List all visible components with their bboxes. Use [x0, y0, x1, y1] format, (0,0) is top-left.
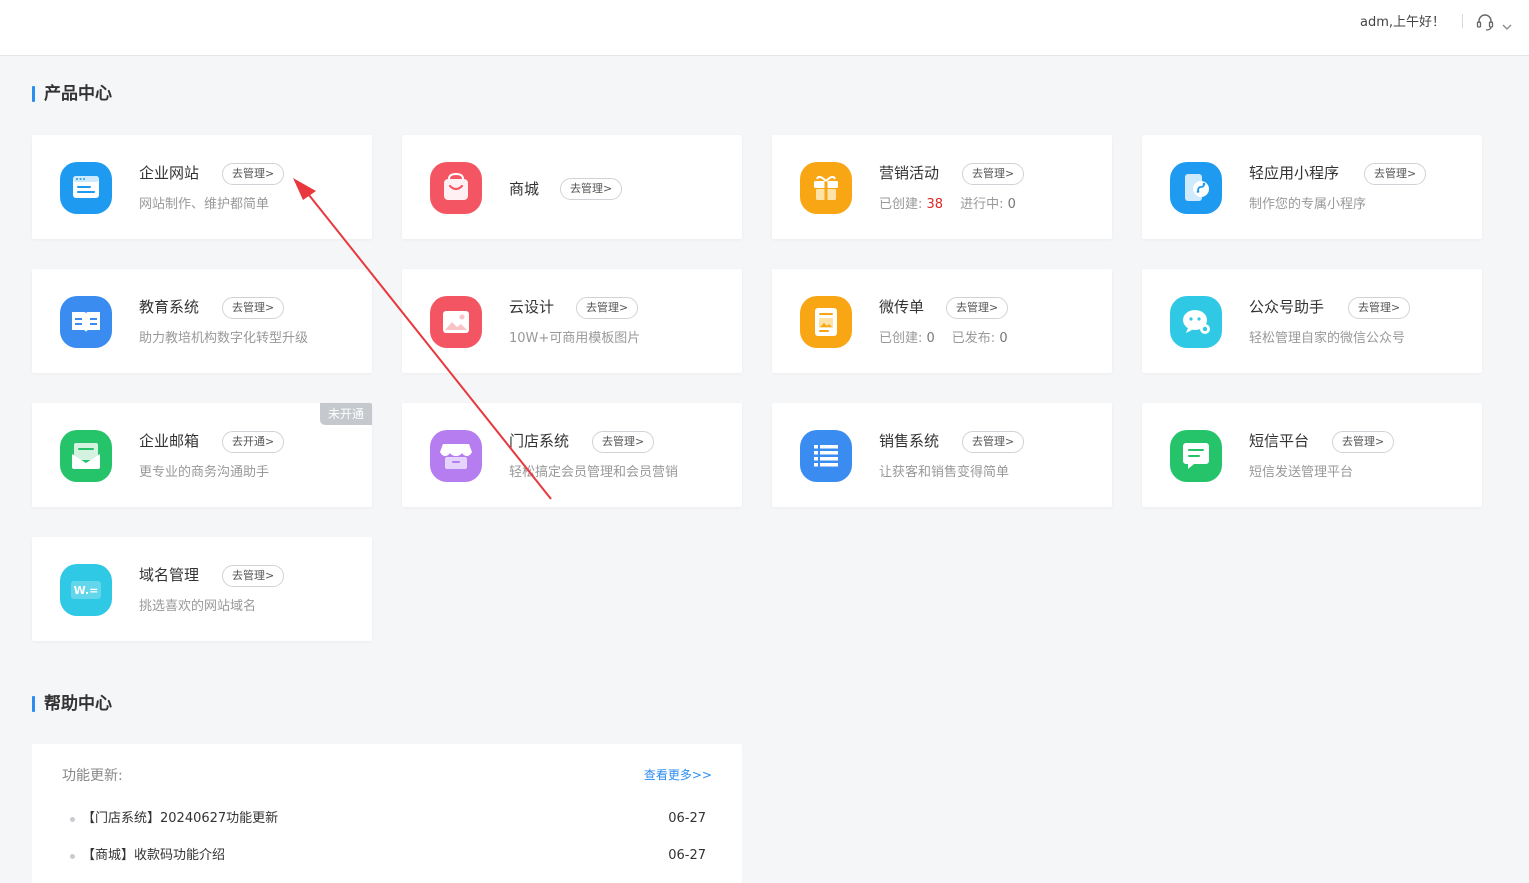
stat-value-created: 0	[926, 331, 935, 346]
product-card-sms-platform[interactable]: 短信平台 去管理> 短信发送管理平台	[1142, 403, 1482, 507]
news-title[interactable]: 【商城】收款码功能介绍	[82, 846, 225, 866]
manage-button[interactable]: 去管理>	[222, 163, 285, 185]
card-title: 营销活动	[879, 164, 940, 182]
headset-icon[interactable]	[1475, 12, 1495, 32]
stat-label-created: 已创建:	[879, 331, 927, 346]
product-card-official-account[interactable]: 公众号助手 去管理> 轻松管理自家的微信公众号	[1142, 269, 1482, 373]
product-card-sales-system[interactable]: 销售系统 去管理> 让获客和销售变得简单	[772, 403, 1112, 507]
manage-button[interactable]: 去管理>	[946, 297, 1009, 319]
card-description: 让获客和销售变得简单	[879, 465, 1010, 480]
list-icon	[800, 430, 852, 482]
stat-value-created: 38	[926, 197, 944, 212]
manage-button[interactable]: 去管理>	[576, 297, 639, 319]
card-title: 轻应用小程序	[1249, 164, 1340, 182]
card-description: 制作您的专属小程序	[1249, 197, 1367, 212]
card-title: 域名管理	[139, 566, 200, 584]
news-title[interactable]: 【门店系统】20240627功能更新	[82, 809, 278, 829]
updates-label: 功能更新:	[62, 768, 123, 784]
card-description: 轻松管理自家的微信公众号	[1249, 331, 1406, 346]
product-card-enterprise-mail[interactable]: 企业邮箱 去开通> 更专业的商务沟通助手 未开通	[32, 403, 372, 507]
section-title-help-center: 帮助中心	[32, 693, 112, 715]
top-bar: adm,上午好！	[0, 0, 1529, 56]
manage-button[interactable]: 去管理>	[222, 565, 285, 587]
user-greeting[interactable]: adm,上午好！	[1360, 14, 1445, 32]
product-card-mall[interactable]: 商城 去管理>	[402, 135, 742, 239]
card-title: 企业邮箱	[139, 432, 200, 450]
product-card-store-system[interactable]: 门店系统 去管理> 轻松搞定会员管理和会员营销	[402, 403, 742, 507]
card-title: 企业网站	[139, 164, 200, 182]
image-icon	[430, 296, 482, 348]
bullet-dot	[70, 854, 75, 859]
status-badge: 未开通	[320, 403, 372, 425]
manage-button[interactable]: 去管理>	[962, 431, 1025, 453]
manage-button[interactable]: 去管理>	[962, 163, 1025, 185]
news-item[interactable]: 【门店系统】20240627功能更新 06-27	[70, 809, 710, 829]
manage-button[interactable]: 去管理>	[560, 178, 623, 200]
flyer-icon	[800, 296, 852, 348]
mail-icon	[60, 430, 112, 482]
card-title: 教育系统	[139, 298, 200, 316]
product-card-marketing[interactable]: 营销活动 去管理> 已创建: 38 进行中: 0	[772, 135, 1112, 239]
product-card-domain[interactable]: W.= 域名管理 去管理> 挑选喜欢的网站域名	[32, 537, 372, 641]
website-browser-icon	[60, 162, 112, 214]
manage-button[interactable]: 去管理>	[1348, 297, 1411, 319]
card-description: 网站制作、维护都简单	[139, 197, 270, 212]
card-title: 公众号助手	[1249, 298, 1325, 316]
open-service-button[interactable]: 去开通>	[222, 431, 285, 453]
divider	[1462, 14, 1463, 28]
svg-text:W.=: W.=	[74, 584, 99, 597]
stat-value-running: 0	[1007, 197, 1016, 212]
stat-label-published: 已发布:	[951, 331, 1000, 346]
manage-button[interactable]: 去管理>	[222, 297, 285, 319]
product-card-cloud-design[interactable]: 云设计 去管理> 10W+可商用模板图片	[402, 269, 742, 373]
card-title: 商城	[509, 180, 540, 198]
shopping-bag-icon	[430, 162, 482, 214]
product-card-website[interactable]: 企业网站 去管理> 网站制作、维护都简单	[32, 135, 372, 239]
wechat-settings-icon	[1170, 296, 1222, 348]
card-title: 销售系统	[879, 432, 940, 450]
bullet-dot	[70, 817, 75, 822]
product-card-mini-program[interactable]: 轻应用小程序 去管理> 制作您的专属小程序	[1142, 135, 1482, 239]
message-icon	[1170, 430, 1222, 482]
product-card-flyer[interactable]: 微传单 去管理> 已创建: 0 已发布: 0	[772, 269, 1112, 373]
domain-icon: W.=	[60, 564, 112, 616]
card-description: 助力教培机构数字化转型升级	[139, 331, 309, 346]
chevron-down-icon[interactable]	[1502, 16, 1512, 30]
card-title: 云设计	[509, 298, 555, 316]
help-panel: 功能更新: 查看更多>> 【门店系统】20240627功能更新 06-27 【商…	[32, 744, 742, 883]
book-icon	[60, 296, 112, 348]
stat-value-published: 0	[999, 331, 1008, 346]
view-more-link[interactable]: 查看更多>>	[644, 766, 712, 784]
card-title: 门店系统	[509, 432, 570, 450]
card-title: 短信平台	[1249, 432, 1310, 450]
product-card-education[interactable]: 教育系统 去管理> 助力教培机构数字化转型升级	[32, 269, 372, 373]
card-stats: 已创建: 38 进行中: 0	[879, 196, 1016, 214]
news-item[interactable]: 【商城】收款码功能介绍 06-27	[70, 846, 710, 866]
store-icon	[430, 430, 482, 482]
manage-button[interactable]: 去管理>	[1332, 431, 1395, 453]
news-date: 06-27	[668, 848, 706, 863]
stat-label-created: 已创建:	[879, 197, 927, 212]
card-description: 更专业的商务沟通助手	[139, 465, 270, 480]
card-title: 微传单	[879, 298, 925, 316]
card-description: 轻松搞定会员管理和会员营销	[509, 465, 679, 480]
manage-button[interactable]: 去管理>	[1364, 163, 1427, 185]
manage-button[interactable]: 去管理>	[592, 431, 655, 453]
stat-label-running: 进行中:	[960, 197, 1008, 212]
card-stats: 已创建: 0 已发布: 0	[879, 330, 1008, 348]
card-description: 挑选喜欢的网站域名	[139, 599, 257, 614]
mini-program-icon	[1170, 162, 1222, 214]
gift-icon	[800, 162, 852, 214]
news-date: 06-27	[668, 811, 706, 826]
card-description: 10W+可商用模板图片	[509, 331, 641, 346]
section-title-product-center: 产品中心	[32, 83, 112, 105]
card-description: 短信发送管理平台	[1249, 465, 1354, 480]
